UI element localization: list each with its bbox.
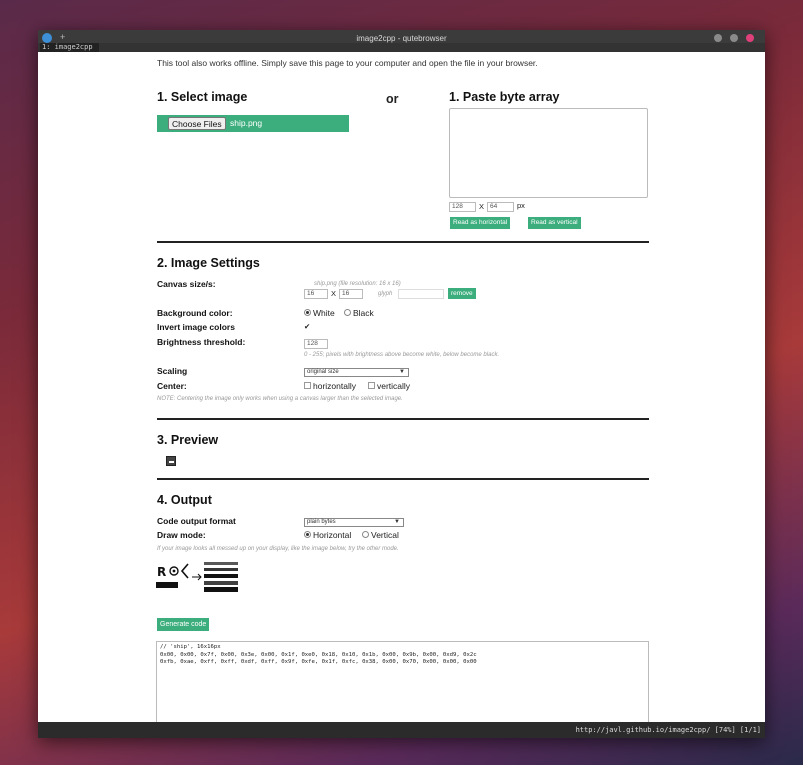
centering-note: NOTE: Centering the image only works whe… bbox=[157, 396, 403, 402]
read-horizontal-button[interactable]: Read as horizontal bbox=[450, 217, 511, 229]
or-label: or bbox=[386, 92, 399, 106]
image-settings-heading: 2. Image Settings bbox=[157, 256, 260, 270]
brightness-input[interactable]: 128 bbox=[304, 339, 328, 349]
scaling-select[interactable]: original size ▼ bbox=[304, 368, 409, 377]
code-format-select[interactable]: plain bytes ▼ bbox=[304, 518, 404, 527]
section-divider-3 bbox=[157, 478, 649, 480]
draw-vertical-option[interactable]: Vertical bbox=[362, 530, 399, 540]
code-output-textarea[interactable]: // 'ship', 16x16px 0x00, 0x00, 0x7f, 0x0… bbox=[156, 641, 649, 731]
preview-canvas bbox=[166, 456, 176, 466]
section-divider-2 bbox=[157, 418, 649, 420]
file-picker: Choose Files ship.png bbox=[157, 115, 349, 132]
byte-x-label: X bbox=[479, 202, 485, 211]
bg-white-radio[interactable] bbox=[304, 309, 311, 317]
canvas-size-hint: ship.png (file resolution: 16 x 16) bbox=[314, 281, 401, 287]
invert-colors-checkbox[interactable]: ✔ bbox=[304, 322, 310, 331]
draw-horizontal-option[interactable]: Horizontal bbox=[304, 530, 351, 540]
maximize-button[interactable] bbox=[730, 34, 738, 42]
section-divider-1 bbox=[157, 241, 649, 243]
bg-white-option[interactable]: White bbox=[304, 308, 335, 318]
center-horizontal-checkbox[interactable] bbox=[304, 382, 311, 390]
preview-heading: 3. Preview bbox=[157, 433, 219, 447]
status-bar: http://javl.github.io/image2cpp/ [74%] [… bbox=[38, 722, 765, 738]
chevron-down-icon: ▼ bbox=[399, 369, 405, 375]
svg-text:R: R bbox=[157, 565, 166, 579]
brightness-threshold-label: Brightness threshold: bbox=[157, 337, 246, 347]
glyph-label: glyph bbox=[378, 291, 393, 297]
center-label: Center: bbox=[157, 381, 187, 391]
browser-window: + image2cpp - qutebrowser 1: image2cpp T… bbox=[38, 30, 765, 738]
canvas-height-input[interactable]: 16 bbox=[339, 289, 363, 299]
status-url: http://javl.github.io/image2cpp/ [74%] [… bbox=[575, 726, 761, 734]
draw-vertical-text: Vertical bbox=[371, 530, 399, 540]
draw-vertical-radio[interactable] bbox=[362, 531, 369, 539]
draw-mode-hint: If your image looks all messed up on you… bbox=[157, 546, 399, 552]
select-image-heading: 1. Select image bbox=[157, 90, 248, 104]
brightness-hint: 0 - 255; pixels with brightness above be… bbox=[304, 352, 500, 358]
choose-files-button[interactable]: Choose Files bbox=[168, 117, 226, 130]
minimize-button[interactable] bbox=[714, 34, 722, 42]
draw-horizontal-text: Horizontal bbox=[313, 530, 352, 540]
center-horizontal-text: horizontally bbox=[313, 381, 356, 391]
bg-black-option[interactable]: Black bbox=[344, 308, 374, 318]
tab-image2cpp[interactable]: 1: image2cpp bbox=[40, 43, 99, 52]
page-content: This tool also works offline. Simply sav… bbox=[38, 52, 765, 731]
background-color-label: Background color: bbox=[157, 308, 233, 318]
selected-file-name: ship.png bbox=[230, 118, 263, 128]
draw-mode-label: Draw mode: bbox=[157, 530, 206, 540]
scaling-select-value: original size bbox=[307, 369, 339, 375]
center-horizontal-option[interactable]: horizontally bbox=[304, 381, 356, 391]
center-vertical-checkbox[interactable] bbox=[368, 382, 375, 390]
bg-black-radio[interactable] bbox=[344, 309, 351, 317]
code-format-label: Code output format bbox=[157, 516, 236, 526]
center-vertical-option[interactable]: vertically bbox=[368, 381, 410, 391]
code-format-select-value: plain bytes bbox=[307, 519, 336, 525]
center-vertical-text: vertically bbox=[377, 381, 411, 391]
draw-mode-example-image: R bbox=[156, 562, 238, 592]
byte-height-input[interactable]: 64 bbox=[487, 202, 514, 212]
invert-colors-label: Invert image colors bbox=[157, 322, 235, 332]
code-line: 0xfb, 0xae, 0xff, 0xff, 0xdf, 0xff, 0x9f… bbox=[160, 659, 477, 665]
intro-text: This tool also works offline. Simply sav… bbox=[157, 58, 538, 68]
byte-array-textarea[interactable] bbox=[449, 108, 648, 198]
output-heading: 4. Output bbox=[157, 493, 212, 507]
byte-px-label: px bbox=[517, 201, 525, 210]
generate-code-button[interactable]: Generate code bbox=[157, 618, 210, 631]
bg-black-text: Black bbox=[353, 308, 374, 318]
tab-bar: 1: image2cpp bbox=[38, 43, 765, 52]
remove-canvas-button[interactable]: remove bbox=[448, 288, 476, 299]
paste-bytes-heading: 1. Paste byte array bbox=[449, 90, 560, 104]
draw-horizontal-radio[interactable] bbox=[304, 531, 311, 539]
canvas-width-input[interactable]: 16 bbox=[304, 289, 328, 299]
canvas-size-label: Canvas size/s: bbox=[157, 279, 216, 289]
glyph-input[interactable] bbox=[398, 289, 444, 299]
chevron-down-icon: ▼ bbox=[394, 519, 400, 525]
window-title: image2cpp - qutebrowser bbox=[356, 34, 447, 43]
close-button[interactable] bbox=[746, 34, 754, 42]
code-line: 0x00, 0x00, 0x7f, 0x00, 0x3e, 0x00, 0x1f… bbox=[160, 651, 477, 658]
canvas-x-label: X bbox=[331, 289, 337, 298]
scaling-label: Scaling bbox=[157, 366, 188, 376]
byte-width-input[interactable]: 128 bbox=[449, 202, 476, 212]
code-line: // 'ship', 16x16px bbox=[160, 644, 221, 650]
read-vertical-button[interactable]: Read as vertical bbox=[528, 217, 581, 229]
bg-white-text: White bbox=[313, 308, 335, 318]
